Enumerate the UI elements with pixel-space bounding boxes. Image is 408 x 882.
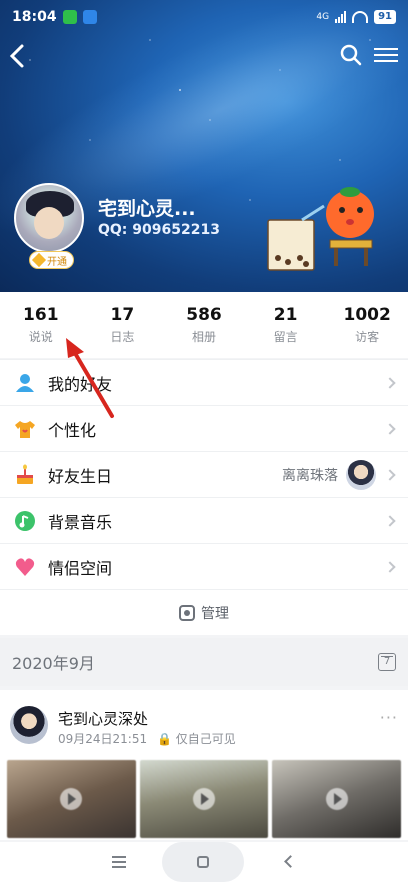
qq-number: QQ: 909652213 <box>98 222 220 238</box>
post-photo[interactable] <box>7 760 136 838</box>
home-icon[interactable] <box>197 856 209 868</box>
app-notification-icon <box>82 10 97 24</box>
chevron-right-icon <box>384 422 396 435</box>
system-nav-bar <box>0 842 408 882</box>
battery-icon: 91 <box>374 10 396 24</box>
post-photo[interactable] <box>139 760 269 838</box>
friend-avatar <box>346 459 376 490</box>
top-nav <box>0 38 408 74</box>
chevron-right-icon <box>384 376 396 389</box>
feed-date-bar: 2020年9月 7 <box>0 638 408 686</box>
status-time: 18:04 <box>12 9 57 25</box>
music-icon <box>14 510 36 532</box>
stat-album[interactable]: 586 相册 <box>163 292 245 358</box>
orange-mascot-sticker <box>267 187 374 271</box>
avatar[interactable] <box>14 183 84 253</box>
search-icon[interactable] <box>340 44 362 66</box>
back-arrow-icon[interactable] <box>8 42 36 70</box>
profile-nickname[interactable]: 宅到心灵... <box>98 194 196 221</box>
birthday-friend-name: 离离珠落 <box>282 467 338 484</box>
more-options-icon[interactable]: ··· <box>380 708 398 727</box>
post-meta: 09月24日21:51 🔒 仅自己可见 <box>58 730 236 747</box>
menu-item-music[interactable]: 背景音乐 <box>0 497 408 543</box>
system-back-icon[interactable] <box>284 855 297 868</box>
network-type: 4G <box>316 12 330 22</box>
post-photo[interactable] <box>272 760 402 838</box>
stat-messages[interactable]: 21 留言 <box>245 292 327 358</box>
post-author[interactable]: 宅到心灵深处 <box>58 708 148 729</box>
post-author-avatar[interactable] <box>10 706 48 744</box>
wifi-icon <box>352 11 369 23</box>
vip-badge[interactable]: 开通 <box>29 251 74 269</box>
shirt-icon <box>14 418 36 440</box>
diamond-icon <box>31 252 47 268</box>
post-privacy: 仅自己可见 <box>175 732 236 746</box>
feed-month: 2020年9月 <box>12 654 95 673</box>
menu-item-couple-space[interactable]: 情侣空间 <box>0 543 408 589</box>
menu-icon[interactable] <box>374 44 398 66</box>
play-icon <box>60 788 83 810</box>
lock-icon: 🔒 <box>156 732 172 746</box>
heart-icon <box>14 556 36 578</box>
chevron-right-icon <box>384 560 396 573</box>
recent-apps-icon[interactable] <box>112 856 126 871</box>
play-icon <box>325 788 348 810</box>
wechat-icon <box>62 10 77 24</box>
settings-hex-icon <box>179 604 195 621</box>
post-photos <box>7 760 402 838</box>
menu-item-birthday[interactable]: 好友生日 离离珠落 <box>0 451 408 497</box>
play-icon <box>193 788 215 810</box>
cake-icon <box>14 464 36 486</box>
chevron-right-icon <box>384 514 396 527</box>
post-time: 09月24日21:51 <box>58 732 148 746</box>
calendar-icon[interactable]: 7 <box>378 653 396 671</box>
feed-post[interactable]: 宅到心灵深处 09月24日21:51 🔒 仅自己可见 ··· <box>0 690 408 840</box>
signal-icon <box>335 11 347 23</box>
stat-visitors[interactable]: 1002 访客 <box>326 292 408 358</box>
manage-button[interactable]: 管理 <box>0 589 408 635</box>
friends-icon <box>14 372 36 394</box>
annotation-arrow <box>66 338 114 418</box>
chevron-right-icon <box>384 468 396 481</box>
status-bar: 18:04 4G 91 <box>0 0 408 34</box>
